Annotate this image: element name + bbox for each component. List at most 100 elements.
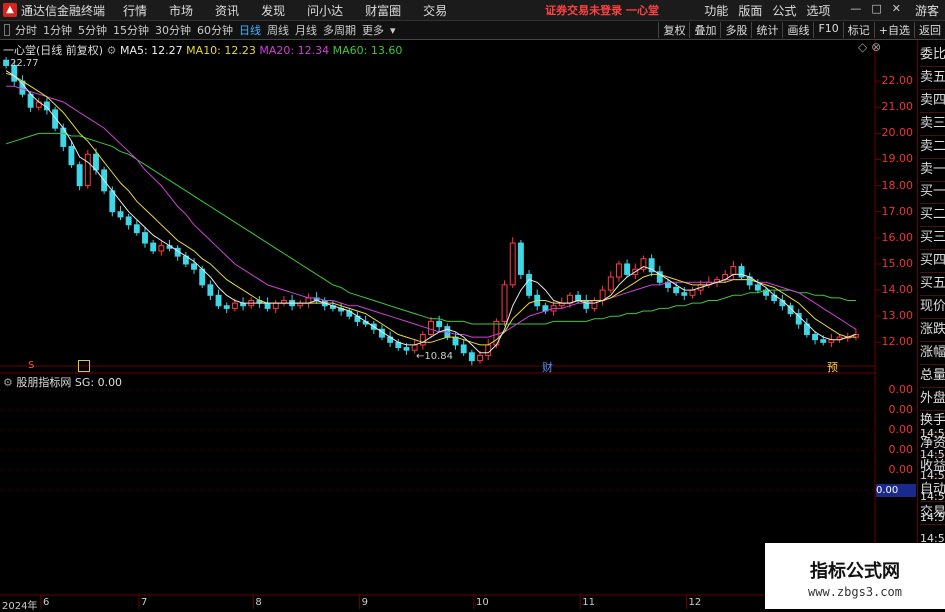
candle-body (673, 286, 680, 294)
period-1min[interactable]: 1分钟 (43, 22, 72, 38)
minimize-icon[interactable]: — (850, 2, 861, 19)
menu-item-shichang[interactable]: 市场 (169, 2, 193, 19)
menu-item-jiaoyi[interactable]: 交易 (423, 2, 447, 19)
btn-biaoji[interactable]: 标记 (842, 22, 874, 38)
period-fenshi[interactable]: 分时 (15, 22, 37, 38)
indicator-gear-icon[interactable]: ⚙ (3, 376, 16, 389)
indicator-tick-label: 0.00 (888, 463, 914, 476)
sidebar-item[interactable]: 买五 (920, 273, 945, 296)
high-annotation: 22.77 (10, 58, 39, 69)
price-tick-label: 12.00 (881, 335, 914, 349)
date-tick-label: 10 (476, 597, 489, 608)
candle-body (583, 300, 590, 309)
price-tick-label: 21.00 (881, 100, 914, 114)
period-weekly[interactable]: 周线 (267, 22, 289, 38)
candle-body (460, 344, 467, 354)
period-30min[interactable]: 30分钟 (155, 22, 191, 38)
period-5min[interactable]: 5分钟 (78, 22, 107, 38)
trade-time-item: 14:56 (920, 490, 945, 503)
watermark-url: www.zbgs3.com (808, 585, 902, 599)
btn-tongji[interactable]: 统计 (751, 22, 782, 38)
sidebar-item[interactable]: 买三 (920, 227, 945, 251)
btn-diejia[interactable]: 叠加 (689, 22, 720, 38)
diamond-icon[interactable]: ◇ (858, 40, 867, 54)
candle-body (231, 302, 238, 309)
menu-item-faxian[interactable]: 发现 (261, 2, 285, 19)
menu-item-caifuquan[interactable]: 财富圈 (365, 2, 401, 19)
sidebar-item[interactable]: 买四 (920, 250, 945, 274)
close-icon[interactable]: ✕ (892, 2, 901, 19)
menu-item-hangqing[interactable]: 行情 (123, 2, 147, 19)
date-tick-label: 11 (582, 597, 595, 608)
sidebar-item[interactable]: 涨跌 (920, 319, 945, 342)
candle-body (150, 242, 157, 252)
btn-fuquan[interactable]: 复权 (658, 22, 689, 38)
candle-body (109, 190, 116, 213)
candle-body (820, 339, 827, 343)
kline-chart[interactable] (0, 40, 917, 609)
maximize-icon[interactable]: □ (871, 2, 881, 19)
sidebar-item[interactable]: 卖三 (920, 113, 945, 136)
sidebar-item[interactable]: 买二 (920, 204, 945, 228)
candle-body (501, 284, 508, 322)
marker-cai: 财 (542, 361, 553, 374)
period-60min[interactable]: 60分钟 (197, 22, 233, 38)
indicator-value: SG: 0.00 (74, 376, 123, 389)
btn-duogu[interactable]: 多股 (720, 22, 751, 38)
period-toolbar: 分时 1分钟 5分钟 15分钟 30分钟 60分钟 日线 周线 月线 多周期 更… (0, 21, 945, 40)
candle-body (754, 284, 761, 291)
stock-title: 一心堂(日线 前复权) (3, 44, 104, 57)
more-chevron-icon[interactable]: ▾ (390, 24, 396, 37)
menu-item-xuanxiang[interactable]: 选项 (806, 2, 830, 19)
indicator-name: 股朋指标网 (16, 376, 72, 389)
price-tick-label: 22.00 (881, 74, 914, 88)
settings-gear-icon[interactable]: ⚙ (107, 44, 120, 57)
period-multi[interactable]: 多周期 (323, 22, 356, 38)
btn-zixuan[interactable]: +自选 (873, 22, 914, 38)
btn-huaxian[interactable]: 画线 (782, 22, 813, 38)
sidebar-item[interactable]: 卖四 (920, 90, 945, 113)
sidebar-item[interactable]: 卖二 (920, 136, 945, 159)
menu-item-gongshi[interactable]: 公式 (772, 2, 796, 19)
sidebar-item[interactable]: 现价 (920, 296, 945, 319)
menu-item-wenxiaoda[interactable]: 问小达 (307, 2, 343, 19)
menu-item-zixun[interactable]: 资讯 (215, 2, 239, 19)
candle-body (215, 294, 222, 307)
menu-item-banmian[interactable]: 版面 (738, 2, 762, 19)
menu-item-gongneng[interactable]: 功能 (704, 2, 728, 19)
candle-body (76, 164, 83, 187)
ma-lines-layer (5, 70, 857, 354)
period-more[interactable]: 更多 (362, 22, 384, 38)
indicator-current-value: 0.00 (876, 484, 916, 497)
period-monthly[interactable]: 月线 (295, 22, 317, 38)
sidebar-item[interactable]: 涨幅 (920, 342, 945, 365)
close-panel-icon[interactable]: ⊗ (871, 40, 881, 54)
price-tick-label: 17.00 (881, 204, 914, 218)
candle-body (485, 344, 492, 356)
candle-body (272, 302, 279, 309)
btn-fanhui[interactable]: 返回 (914, 22, 945, 38)
panel-toggle-icon[interactable] (4, 24, 10, 36)
btn-f10[interactable]: F10 (813, 22, 842, 38)
sidebar-item[interactable]: 委比 (920, 44, 945, 67)
price-tick-label: 15.00 (881, 256, 914, 270)
indicator-header: ⚙ 股朋指标网 SG: 0.00 (3, 374, 122, 390)
ma10-label: MA10: 12.23 (186, 44, 256, 57)
date-tick-label: 9 (361, 597, 368, 608)
sidebar-item[interactable]: 外盘 (920, 388, 945, 411)
ma5-label: MA5: 12.27 (119, 44, 183, 57)
indicator-tick-label: 0.00 (888, 383, 914, 396)
candle-body (3, 59, 10, 66)
candle-body (142, 232, 148, 244)
sidebar-item[interactable]: 卖一 (920, 159, 945, 182)
period-daily[interactable]: 日线 (239, 22, 261, 38)
candle-body (452, 336, 459, 346)
period-15min[interactable]: 15分钟 (113, 22, 149, 38)
user-label[interactable]: 游客 (915, 2, 939, 19)
candle-body (436, 320, 443, 328)
sidebar-item[interactable]: 卖五 (920, 67, 945, 90)
candle-body (117, 211, 124, 218)
sidebar-item[interactable]: 买一 (920, 181, 945, 205)
price-tick-label: 16.00 (881, 230, 914, 244)
sidebar-item[interactable]: 总量 (920, 365, 945, 388)
